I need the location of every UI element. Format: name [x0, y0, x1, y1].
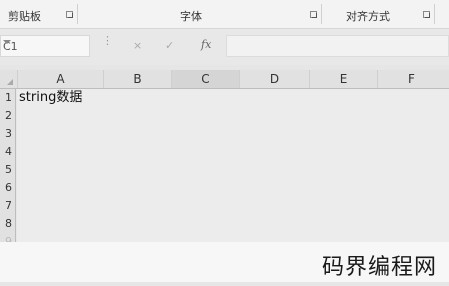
- formula-input[interactable]: [226, 35, 449, 57]
- cancel-icon[interactable]: ×: [133, 39, 142, 52]
- column-header-c[interactable]: C: [171, 70, 239, 88]
- cell-grid[interactable]: [17, 89, 449, 242]
- name-box[interactable]: C1: [0, 35, 90, 57]
- row-header[interactable]: 3: [0, 126, 12, 142]
- font-launcher-icon[interactable]: [310, 11, 317, 18]
- ribbon-separator: [434, 4, 435, 24]
- insert-function-button[interactable]: fx: [201, 38, 211, 51]
- select-all-corner[interactable]: [0, 70, 16, 88]
- ribbon-bar: 剪贴板 字体 对齐方式: [0, 0, 449, 29]
- column-header-b[interactable]: B: [103, 70, 171, 88]
- row-header[interactable]: 2: [0, 108, 12, 124]
- cell-a1[interactable]: string数据: [19, 90, 82, 106]
- column-header-bar: A B C D E F: [0, 70, 449, 89]
- alignment-group-label: 对齐方式: [346, 10, 390, 23]
- column-header-a[interactable]: A: [17, 70, 103, 88]
- row-header[interactable]: 1: [0, 90, 12, 106]
- clipboard-group-label: 剪贴板: [8, 10, 41, 23]
- column-header-f[interactable]: F: [377, 70, 445, 88]
- row-header[interactable]: 7: [0, 198, 12, 214]
- row-header[interactable]: 4: [0, 144, 12, 160]
- font-group-label: 字体: [180, 10, 202, 23]
- chevron-down-icon[interactable]: [3, 40, 11, 44]
- row-header[interactable]: 8: [0, 216, 12, 232]
- ribbon-separator: [321, 4, 322, 24]
- formula-bar: C1 ⋮ × ✓ fx: [0, 29, 449, 65]
- formula-bar-splitter-icon[interactable]: ⋮: [102, 35, 113, 46]
- column-header-e[interactable]: E: [309, 70, 377, 88]
- clipboard-launcher-icon[interactable]: [66, 11, 73, 18]
- alignment-launcher-icon[interactable]: [423, 11, 430, 18]
- row-header[interactable]: 5: [0, 162, 12, 178]
- column-header-d[interactable]: D: [239, 70, 309, 88]
- row-header[interactable]: 6: [0, 180, 12, 196]
- ribbon-separator: [77, 4, 78, 24]
- enter-icon[interactable]: ✓: [165, 39, 174, 52]
- watermark-text: 码界编程网: [322, 255, 438, 280]
